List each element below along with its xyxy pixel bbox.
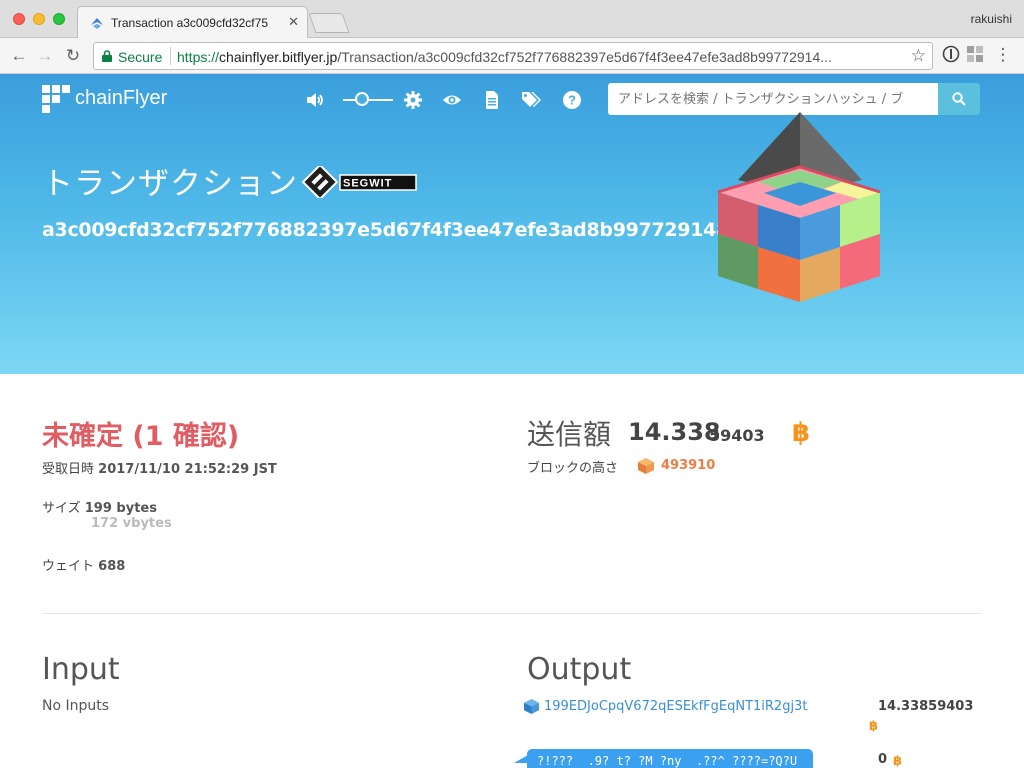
forward-arrow-icon[interactable]: →	[34, 45, 56, 67]
input-heading: Input	[42, 652, 120, 687]
tab-close-icon[interactable]: ✕	[288, 14, 299, 30]
cube-illustration	[717, 112, 881, 302]
address-cube-icon	[524, 699, 539, 714]
document-icon[interactable]	[482, 90, 502, 110]
window-maximize-button[interactable]	[53, 13, 65, 25]
back-arrow-icon[interactable]: ←	[8, 45, 30, 67]
gear-icon[interactable]	[403, 90, 423, 110]
received-time-label: 受取日時	[42, 462, 95, 477]
bookmark-star-icon[interactable]: ☆	[911, 46, 926, 66]
transaction-hash: a3c009cfd32cf752f776882397e5d67f4f3ee47e…	[42, 219, 828, 241]
hero-banner: chainFlyer ? アドレスを検索 / トランザクションハッシュ / ブ …	[0, 74, 1024, 374]
window-close-button[interactable]	[13, 13, 25, 25]
tab-title: Transaction a3c009cfd32cf75	[111, 16, 268, 30]
bitcoin-icon: ฿	[792, 418, 810, 445]
url-text[interactable]: https://chainflyer.bitflyer.jp/Transacti…	[177, 49, 897, 65]
weight-value: 688	[98, 559, 126, 574]
section-divider	[42, 613, 982, 614]
svg-text:฿: ฿	[893, 754, 902, 767]
lock-icon	[102, 50, 112, 62]
size-label: サイズ	[42, 501, 81, 516]
chainflyer-logo-icon[interactable]	[42, 85, 70, 113]
volume-slider-knob[interactable]	[355, 92, 369, 106]
secure-label: Secure	[118, 49, 163, 65]
output-heading: Output	[527, 652, 632, 687]
profile-name[interactable]: rakuishi	[971, 12, 1012, 26]
extension-info-icon[interactable]	[942, 45, 960, 63]
received-time-row: 受取日時 2017/11/10 21:52:29 JST	[42, 458, 277, 477]
bitcoin-icon: ฿	[893, 754, 902, 767]
confirmation-status: 未確定 (1 確認)	[42, 421, 240, 452]
reload-icon[interactable]: ↻	[62, 45, 84, 67]
block-height-label: ブロックの高さ	[527, 461, 619, 476]
amount-main: 14.338	[628, 418, 721, 446]
op-return-data: ?!??? .9? t? ?M ?ny .??^ ????=?Q?U	[527, 749, 813, 768]
tags-icon[interactable]	[521, 90, 541, 110]
op-return-bubble-tail	[514, 755, 528, 763]
amount-label: 送信額	[527, 418, 612, 451]
help-icon[interactable]: ?	[562, 90, 582, 110]
new-tab-button[interactable]	[308, 13, 350, 33]
search-input[interactable]	[608, 83, 938, 115]
url-separator	[170, 47, 171, 65]
svg-text:฿: ฿	[792, 418, 810, 445]
bitcoin-icon: ฿	[869, 719, 878, 732]
received-time-value: 2017/11/10 21:52:29 JST	[98, 462, 277, 477]
browser-tab-active[interactable]: Transaction a3c009cfd32cf75 ✕	[77, 6, 308, 39]
browser-toolbar: ← → ↻ Secure https://chainflyer.bitflyer…	[0, 38, 1024, 74]
address-bar[interactable]: Secure https://chainflyer.bitflyer.jp/Tr…	[93, 42, 933, 70]
no-inputs-text: No Inputs	[42, 698, 110, 714]
logo-text[interactable]: chainFlyer	[75, 87, 167, 110]
browser-tab-bar: Transaction a3c009cfd32cf75 ✕ rakuishi	[0, 0, 1024, 39]
output-amount: 14.33859403	[878, 699, 974, 714]
size-row: サイズ 199 bytes	[42, 497, 157, 516]
volume-icon[interactable]	[305, 90, 325, 110]
chainflyer-favicon-icon	[91, 18, 103, 29]
svg-text:฿: ฿	[869, 719, 878, 732]
window-minimize-button[interactable]	[33, 13, 45, 25]
svg-text:?: ?	[568, 93, 576, 108]
url-scheme: https://	[177, 49, 220, 65]
page-title: トランザクション	[42, 166, 298, 202]
block-cube-icon	[638, 458, 654, 474]
output-address-link[interactable]: 199EDJoCpqV672qESEkfFgEqNT1iR2gj3t	[544, 699, 807, 714]
search-icon	[952, 92, 966, 106]
weight-label: ウェイト	[42, 559, 95, 574]
extension-puzzle-icon[interactable]	[966, 45, 984, 63]
output-amount: 0	[878, 752, 888, 767]
weight-row: ウェイト 688	[42, 555, 125, 574]
eye-icon[interactable]	[442, 90, 462, 110]
vsize-value: 172 vbytes	[91, 516, 172, 531]
block-height-link[interactable]: 493910	[661, 458, 715, 473]
size-value: 199 bytes	[84, 501, 157, 516]
search-button[interactable]	[938, 83, 980, 115]
menu-dots-icon[interactable]: ⋮	[992, 44, 1014, 66]
url-host: chainflyer.bitflyer.jp	[219, 49, 338, 65]
url-path: /Transaction/a3c009cfd32cf752f776882397e…	[337, 49, 832, 65]
amount-small-digits: 59403	[709, 426, 765, 445]
segwit-badge-icon: SEGWIT	[301, 166, 417, 198]
segwit-badge-label: SEGWIT	[343, 178, 392, 190]
